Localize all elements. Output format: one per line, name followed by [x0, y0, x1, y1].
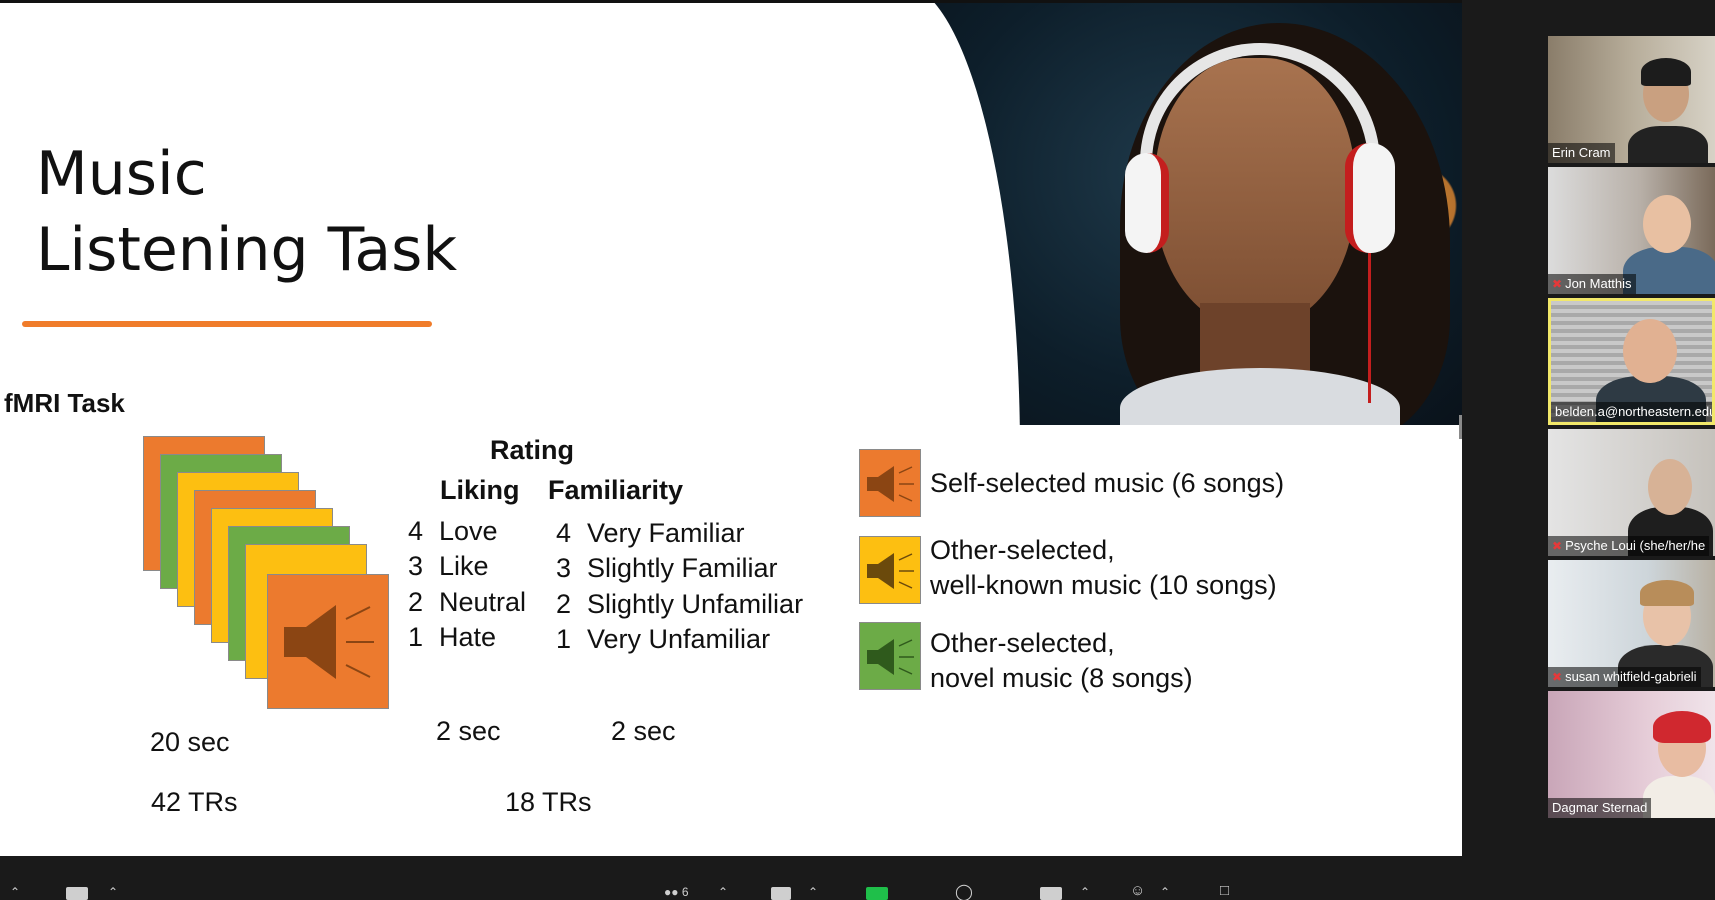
participant-tile[interactable]: Erin Cram: [1548, 36, 1715, 163]
participant-name: belden.a@northeastern.edu: [1551, 402, 1712, 422]
headphones-photo: [900, 3, 1462, 425]
speaker-icon: [284, 605, 374, 679]
reactions-icon[interactable]: ☺: [1130, 882, 1145, 899]
legend-swatch-self-selected: [859, 449, 921, 517]
participant-name: ✖ susan whitfield-gabrieli: [1548, 667, 1701, 687]
title-line-1: Music: [36, 139, 207, 209]
participant-name: Erin Cram: [1548, 143, 1615, 163]
legend-label-well-known: Other-selected, well-known music (10 son…: [930, 535, 1277, 600]
apps-icon[interactable]: □: [1220, 882, 1229, 899]
liking-row: 3 Like: [408, 551, 489, 581]
stack-card-front: [267, 574, 389, 709]
title-line-2: Listening Task: [36, 215, 458, 285]
meeting-toolbar: ⌃ ⌃ ●● 6 ⌃ ⌃ ◯ ⌃ ☺ ⌃ □: [0, 871, 1715, 900]
mic-muted-icon: ✖: [1552, 670, 1563, 684]
participant-name: Dagmar Sternad: [1548, 798, 1652, 818]
participant-tile[interactable]: ✖ susan whitfield-gabrieli: [1548, 560, 1715, 687]
rating-header: Rating: [490, 435, 574, 465]
legend-label-novel: Other-selected, novel music (8 songs): [930, 628, 1193, 693]
speaker-icon: [867, 639, 914, 675]
shared-slide: Music Listening Task fMRI Task Rating Li…: [0, 3, 1462, 856]
share-screen-icon[interactable]: [866, 887, 888, 900]
familiarity-header: Familiarity: [548, 475, 684, 505]
familiarity-row: 1 Very Unfamiliar: [556, 624, 771, 654]
captions-icon[interactable]: [1040, 887, 1062, 900]
rating-trs: 18 TRs: [505, 787, 592, 817]
audio-icon[interactable]: ⌃: [10, 885, 20, 899]
legend-label-self-selected: Self-selected music (6 songs): [930, 468, 1285, 498]
participant-tile[interactable]: ✖ Psyche Loui (she/her/he: [1548, 429, 1715, 556]
title-underline: [22, 321, 432, 327]
captions-caret-icon[interactable]: ⌃: [1080, 885, 1090, 899]
record-icon[interactable]: ◯: [955, 882, 973, 900]
participants-caret-icon[interactable]: ⌃: [718, 885, 728, 899]
liking-row: 4 Love: [408, 516, 498, 546]
participant-tile[interactable]: Dagmar Sternad: [1548, 691, 1715, 818]
speaker-icon: [867, 466, 914, 502]
participant-tile-active-speaker[interactable]: belden.a@northeastern.edu: [1548, 298, 1715, 425]
mic-muted-icon: ✖: [1552, 277, 1563, 291]
stim-duration: 20 sec: [150, 727, 230, 757]
chat-caret-icon[interactable]: ⌃: [808, 885, 818, 899]
legend-swatch-well-known: [859, 536, 921, 604]
section-label: fMRI Task: [4, 388, 125, 418]
familiarity-row: 4 Very Familiar: [556, 518, 745, 548]
participants-icon[interactable]: ●● 6: [664, 885, 689, 899]
speaker-icon: [867, 553, 914, 589]
stim-trs: 42 TRs: [151, 787, 238, 817]
familiarity-row: 2 Slightly Unfamiliar: [556, 589, 804, 619]
participant-name: ✖ Psyche Loui (she/her/he: [1548, 536, 1710, 556]
liking-row: 1 Hate: [408, 622, 497, 652]
liking-row: 2 Neutral: [408, 587, 527, 617]
liking-header: Liking: [440, 475, 520, 505]
chat-icon[interactable]: [771, 887, 791, 900]
participant-tile[interactable]: ✖ Jon Matthis: [1548, 167, 1715, 294]
reactions-caret-icon[interactable]: ⌃: [1160, 885, 1170, 899]
split-resize-handle[interactable]: [1459, 415, 1462, 439]
liking-duration: 2 sec: [436, 716, 501, 746]
mic-muted-icon: ✖: [1552, 539, 1563, 553]
video-options-caret-icon[interactable]: ⌃: [108, 885, 118, 899]
legend-swatch-novel: [859, 622, 921, 690]
stimulus-card-stack: [143, 436, 413, 711]
video-icon[interactable]: [66, 887, 88, 900]
familiarity-duration: 2 sec: [611, 716, 676, 746]
slide-title: Music Listening Task: [36, 136, 457, 288]
participant-name: ✖ Jon Matthis: [1548, 274, 1636, 294]
familiarity-row: 3 Slightly Familiar: [556, 553, 778, 583]
